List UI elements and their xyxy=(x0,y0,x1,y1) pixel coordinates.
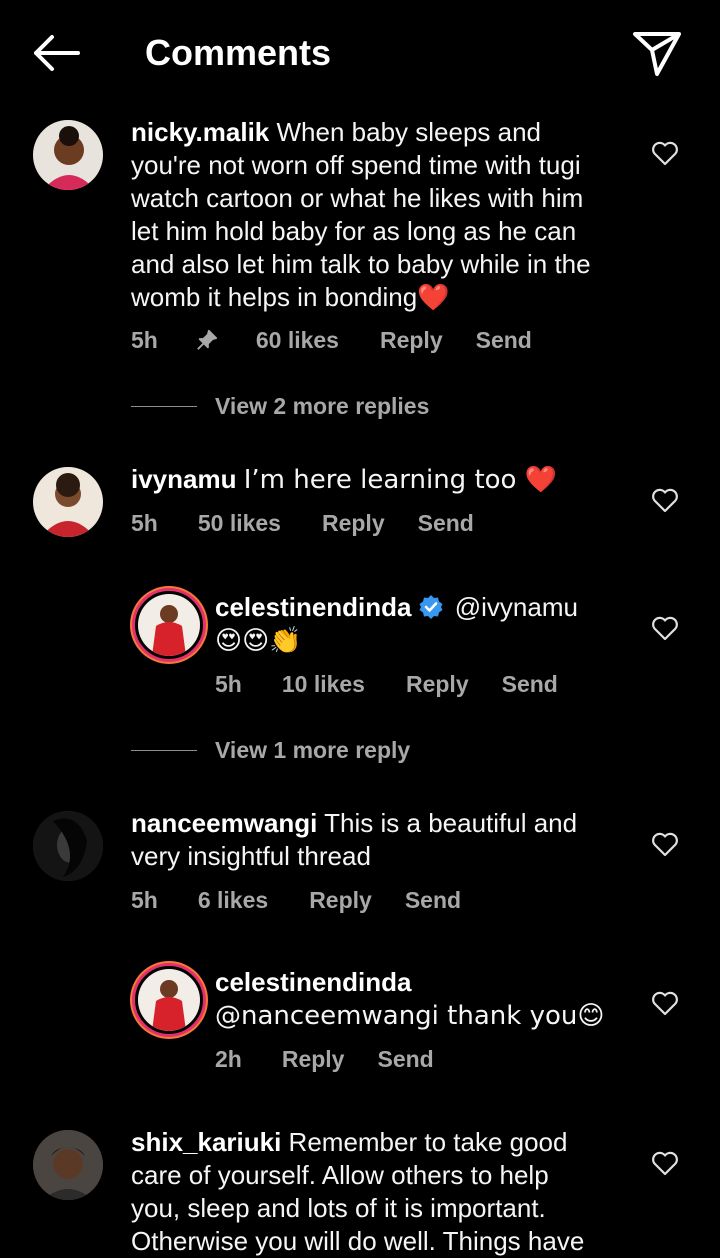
avatar-with-story-ring[interactable] xyxy=(135,966,203,1034)
comment-meta: 5h 6 likes Reply Send xyxy=(131,885,461,915)
pin-icon xyxy=(197,329,217,350)
comment-text: celestinendinda @ivynamu 😍😍👏 xyxy=(215,591,635,658)
comment-text: shix_kariuki Remember to take good care … xyxy=(131,1126,651,1258)
view-replies-label[interactable]: View 2 more replies xyxy=(215,393,429,420)
comment-meta: 2h Reply Send xyxy=(215,1044,434,1074)
send-button[interactable]: Send xyxy=(377,1046,433,1073)
send-button[interactable]: Send xyxy=(476,327,532,354)
comment-body-line: I’m here learning too ❤️ xyxy=(243,465,558,495)
comment-mention[interactable]: @ivynamu xyxy=(455,592,578,622)
reply-button[interactable]: Reply xyxy=(380,327,443,354)
view-more-replies[interactable]: View 1 more reply xyxy=(131,737,410,764)
reply-button[interactable]: Reply xyxy=(406,671,469,698)
reply-button[interactable]: Reply xyxy=(309,887,372,914)
verified-badge-icon xyxy=(419,595,442,619)
comment-body-line: very insightful thread xyxy=(131,841,371,871)
heart-icon[interactable] xyxy=(651,1150,679,1176)
back-arrow-icon[interactable] xyxy=(28,30,82,76)
view-more-replies[interactable]: View 2 more replies xyxy=(131,393,429,420)
comment-text: nanceemwangi This is a beautiful and ver… xyxy=(131,807,631,873)
comment-time: 2h xyxy=(215,1045,242,1072)
send-button[interactable]: Send xyxy=(405,887,461,914)
comment-meta: 5h 10 likes Reply Send xyxy=(215,669,558,699)
comment-body-line: care of yourself. Allow others to help xyxy=(131,1160,549,1190)
avatar-with-story-ring[interactable] xyxy=(135,591,203,659)
comment-username[interactable]: shix_kariuki xyxy=(131,1127,281,1157)
avatar[interactable] xyxy=(33,811,103,881)
send-button[interactable]: Send xyxy=(418,510,474,537)
heart-icon[interactable] xyxy=(651,615,679,641)
comment-meta: 5h 60 likes Reply Send xyxy=(131,325,532,355)
heart-icon[interactable] xyxy=(651,831,679,857)
send-button[interactable]: Send xyxy=(502,671,558,698)
comment-username[interactable]: ivynamu xyxy=(131,464,237,494)
comment-text: ivynamu I’m here learning too ❤️ xyxy=(131,463,631,497)
comment-body-line: This is a beautiful and xyxy=(324,808,578,838)
comment-likes[interactable]: 60 likes xyxy=(256,327,339,354)
comment-username[interactable]: nicky.malik xyxy=(131,117,269,147)
comment-username[interactable]: nanceemwangi xyxy=(131,808,317,838)
comment-meta: 5h 50 likes Reply Send xyxy=(131,508,474,538)
comment-body-line: you, sleep and lots of it is important. xyxy=(131,1193,546,1223)
avatar[interactable] xyxy=(33,467,103,537)
direct-message-icon[interactable] xyxy=(630,28,684,78)
comment-body-line: 😍😍👏 xyxy=(215,626,302,656)
divider xyxy=(131,750,197,751)
page-title: Comments xyxy=(145,32,332,73)
heart-icon[interactable] xyxy=(651,140,679,166)
header: Comments xyxy=(0,0,720,105)
reply-button[interactable]: Reply xyxy=(322,510,385,537)
comment-text: nicky.malik When baby sleeps and you're … xyxy=(131,116,651,314)
comment-body-line: @nanceemwangi thank you😊 xyxy=(215,1001,605,1031)
comment-username[interactable]: celestinendinda xyxy=(215,967,412,997)
comment-time: 5h xyxy=(215,670,242,697)
avatar[interactable] xyxy=(33,1130,103,1200)
comment-likes[interactable]: 10 likes xyxy=(282,671,365,698)
avatar[interactable] xyxy=(33,120,103,190)
comment-username[interactable]: celestinendinda xyxy=(215,592,412,622)
comment-body-line: and also let him talk to baby while in t… xyxy=(131,249,591,279)
divider xyxy=(131,406,197,407)
comment-body-line: you're not worn off spend time with tugi xyxy=(131,150,581,180)
comment-time: 5h xyxy=(131,326,158,353)
view-replies-label[interactable]: View 1 more reply xyxy=(215,737,410,764)
comment-body-line: let him hold baby for as long as he can xyxy=(131,216,577,246)
comment-time: 5h xyxy=(131,509,158,536)
heart-icon[interactable] xyxy=(651,990,679,1016)
comment-body-line: watch cartoon or what he likes with him xyxy=(131,183,584,213)
reply-button[interactable]: Reply xyxy=(282,1046,345,1073)
comment-body-line: Remember to take good xyxy=(288,1127,568,1157)
comment-body-line: womb it helps in bonding❤️ xyxy=(131,282,450,312)
comment-body-line: When baby sleeps and xyxy=(276,117,542,147)
comment-body-line: Otherwise you will do well. Things have xyxy=(131,1226,585,1256)
comment-likes[interactable]: 6 likes xyxy=(198,887,268,914)
comment-time: 5h xyxy=(131,886,158,913)
comment-text: celestinendinda @nanceemwangi thank you😊 xyxy=(215,966,635,1033)
comment-likes[interactable]: 50 likes xyxy=(198,510,281,537)
heart-icon[interactable] xyxy=(651,487,679,513)
